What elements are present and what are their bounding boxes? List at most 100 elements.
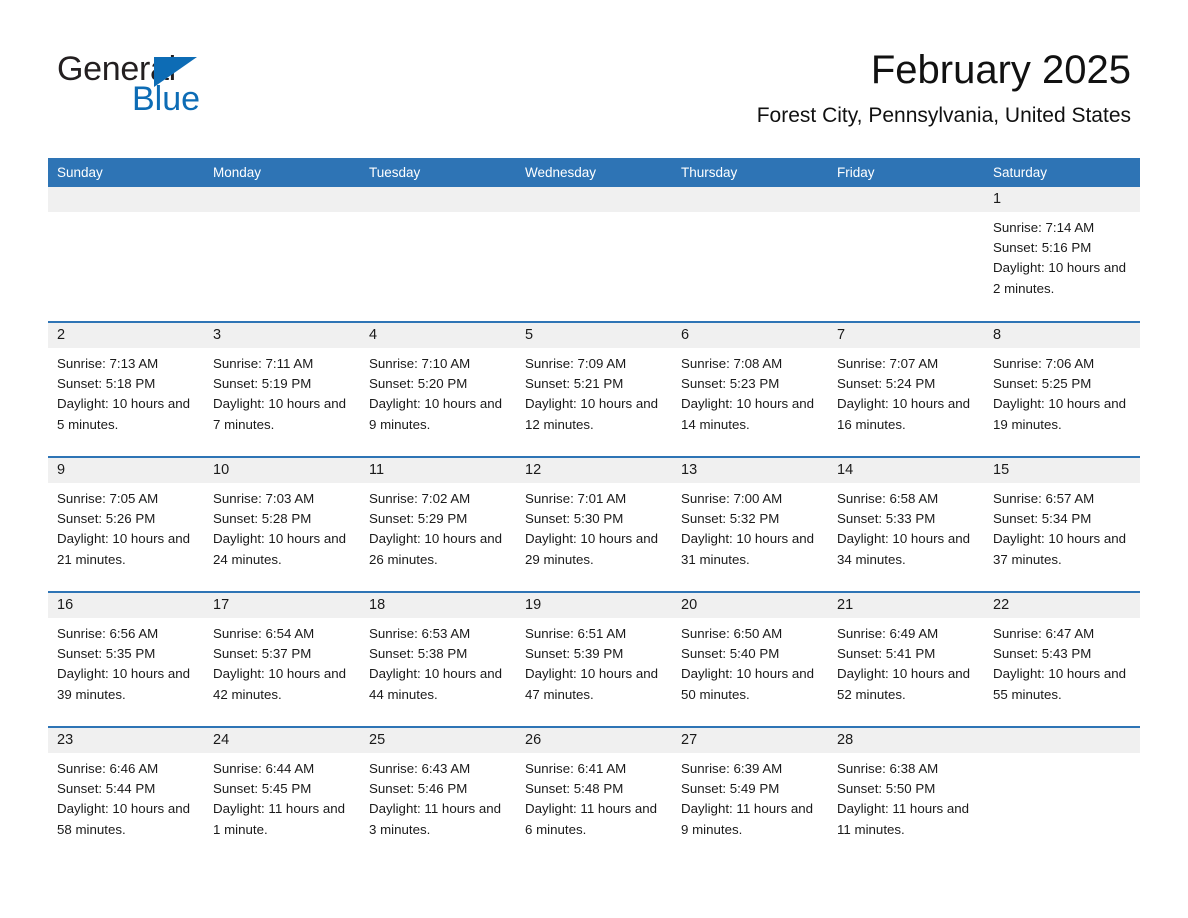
day-details: Sunrise: 6:46 AM Sunset: 5:44 PM Daylight:… xyxy=(48,753,204,840)
page-title: February 2025 xyxy=(870,48,1131,92)
day-number: 24 xyxy=(204,728,360,753)
calendar-day-cell[interactable]: 20 Sunrise: 6:50 AM Sunset: 5:40 PM Dayligh… xyxy=(672,592,828,727)
sunset-text: Sunset: 5:41 PM xyxy=(837,646,936,662)
sunrise-text: Sunrise: 6:57 AM xyxy=(993,491,1095,506)
sunset-text: Sunset: 5:37 PM xyxy=(213,646,312,662)
daylight-text: Daylight: 10 hours and 29 minutes. xyxy=(525,531,659,567)
calendar-day-cell[interactable]: 2 Sunrise: 7:13 AM Sunset: 5:18 PM Daylight… xyxy=(48,322,204,457)
calendar-day-cell[interactable]: 6 Sunrise: 7:08 AM Sunset: 5:23 PM Daylight… xyxy=(672,322,828,457)
daylight-text: Daylight: 10 hours and 16 minutes. xyxy=(837,396,971,432)
day-number: 23 xyxy=(48,728,204,753)
sunrise-text: Sunrise: 7:11 AM xyxy=(213,356,314,371)
sunset-text: Sunset: 5:48 PM xyxy=(525,781,624,797)
calendar-day-cell[interactable]: 13 Sunrise: 7:00 AM Sunset: 5:32 PM Dayligh… xyxy=(672,457,828,592)
sunset-text: Sunset: 5:30 PM xyxy=(525,511,624,527)
calendar-day-cell[interactable]: 5 Sunrise: 7:09 AM Sunset: 5:21 PM Daylight… xyxy=(516,322,672,457)
calendar-day-cell[interactable]: 22 Sunrise: 6:47 AM Sunset: 5:43 PM Dayligh… xyxy=(984,592,1140,727)
day-number: 11 xyxy=(360,458,516,483)
calendar-day-cell[interactable]: 19 Sunrise: 6:51 AM Sunset: 5:39 PM Dayligh… xyxy=(516,592,672,727)
calendar-day-cell[interactable]: 27 Sunrise: 6:39 AM Sunset: 5:49 PM Dayligh… xyxy=(672,727,828,862)
day-number: 1 xyxy=(984,187,1140,212)
day-details: Sunrise: 6:54 AM Sunset: 5:37 PM Daylight:… xyxy=(204,618,360,705)
calendar-day-cell[interactable]: 25 Sunrise: 6:43 AM Sunset: 5:46 PM Dayligh… xyxy=(360,727,516,862)
daylight-text: Daylight: 10 hours and 14 minutes. xyxy=(681,396,815,432)
calendar-day-cell[interactable]: 10 Sunrise: 7:03 AM Sunset: 5:28 PM Dayligh… xyxy=(204,457,360,592)
calendar-week-row: 9 Sunrise: 7:05 AM Sunset: 5:26 PM Daylight… xyxy=(48,457,1140,592)
calendar-day-cell[interactable]: 4 Sunrise: 7:10 AM Sunset: 5:20 PM Daylight… xyxy=(360,322,516,457)
day-number: 2 xyxy=(48,323,204,348)
sunset-text: Sunset: 5:39 PM xyxy=(525,646,624,662)
calendar-day-cell[interactable]: 12 Sunrise: 7:01 AM Sunset: 5:30 PM Dayligh… xyxy=(516,457,672,592)
weekday-header-monday: Monday xyxy=(204,158,360,187)
sunset-text: Sunset: 5:40 PM xyxy=(681,646,780,662)
day-number: 15 xyxy=(984,458,1140,483)
day-details: Sunrise: 6:57 AM Sunset: 5:34 PM Daylight:… xyxy=(984,483,1140,570)
daylight-text: Daylight: 10 hours and 26 minutes. xyxy=(369,531,503,567)
day-details: Sunrise: 7:09 AM Sunset: 5:21 PM Daylight:… xyxy=(516,348,672,435)
sunset-text: Sunset: 5:28 PM xyxy=(213,511,312,527)
sunrise-text: Sunrise: 7:02 AM xyxy=(369,491,471,506)
weekday-header-wednesday: Wednesday xyxy=(516,158,672,187)
day-number: 21 xyxy=(828,593,984,618)
sunset-text: Sunset: 5:44 PM xyxy=(57,781,156,797)
calendar-day-cell[interactable]: 3 Sunrise: 7:11 AM Sunset: 5:19 PM Daylight… xyxy=(204,322,360,457)
calendar-day-cell[interactable]: 16 Sunrise: 6:56 AM Sunset: 5:35 PM Dayligh… xyxy=(48,592,204,727)
sunset-text: Sunset: 5:32 PM xyxy=(681,511,780,527)
day-details: Sunrise: 7:03 AM Sunset: 5:28 PM Daylight:… xyxy=(204,483,360,570)
daylight-text: Daylight: 11 hours and 1 minute. xyxy=(213,801,346,837)
calendar-day-cell[interactable]: 15 Sunrise: 6:57 AM Sunset: 5:34 PM Dayligh… xyxy=(984,457,1140,592)
day-details: Sunrise: 6:49 AM Sunset: 5:41 PM Daylight:… xyxy=(828,618,984,705)
logo-word-blue: Blue xyxy=(132,80,201,118)
day-number: 8 xyxy=(984,323,1140,348)
daylight-text: Daylight: 10 hours and 55 minutes. xyxy=(993,666,1127,702)
day-number: 7 xyxy=(828,323,984,348)
day-details: Sunrise: 6:51 AM Sunset: 5:39 PM Daylight:… xyxy=(516,618,672,705)
calendar-day-cell[interactable]: 28 Sunrise: 6:38 AM Sunset: 5:50 PM Dayligh… xyxy=(828,727,984,862)
sunrise-text: Sunrise: 6:39 AM xyxy=(681,761,783,776)
calendar-day-cell[interactable]: 18 Sunrise: 6:53 AM Sunset: 5:38 PM Dayligh… xyxy=(360,592,516,727)
sunset-text: Sunset: 5:35 PM xyxy=(57,646,156,662)
calendar-day-cell[interactable]: 17 Sunrise: 6:54 AM Sunset: 5:37 PM Dayligh… xyxy=(204,592,360,727)
calendar-day-cell[interactable]: 9 Sunrise: 7:05 AM Sunset: 5:26 PM Daylight… xyxy=(48,457,204,592)
daylight-text: Daylight: 10 hours and 42 minutes. xyxy=(213,666,347,702)
sunset-text: Sunset: 5:34 PM xyxy=(993,511,1092,527)
calendar-day-cell[interactable]: 21 Sunrise: 6:49 AM Sunset: 5:41 PM Dayligh… xyxy=(828,592,984,727)
calendar-day-cell[interactable]: 1 Sunrise: 7:14 AM Sunset: 5:16 PM Daylight… xyxy=(984,187,1140,322)
calendar-day-cell-empty xyxy=(48,187,204,322)
sunset-text: Sunset: 5:50 PM xyxy=(837,781,936,797)
general-blue-logo[interactable]: General Blue xyxy=(57,52,317,122)
calendar-day-cell[interactable]: 8 Sunrise: 7:06 AM Sunset: 5:25 PM Daylight… xyxy=(984,322,1140,457)
day-number: 22 xyxy=(984,593,1140,618)
sunrise-text: Sunrise: 6:53 AM xyxy=(369,626,471,641)
day-number: 13 xyxy=(672,458,828,483)
calendar-day-cell[interactable]: 23 Sunrise: 6:46 AM Sunset: 5:44 PM Dayligh… xyxy=(48,727,204,862)
calendar-day-cell[interactable]: 24 Sunrise: 6:44 AM Sunset: 5:45 PM Dayligh… xyxy=(204,727,360,862)
daylight-text: Daylight: 10 hours and 24 minutes. xyxy=(213,531,347,567)
day-number: 18 xyxy=(360,593,516,618)
calendar-day-cell[interactable]: 14 Sunrise: 6:58 AM Sunset: 5:33 PM Dayligh… xyxy=(828,457,984,592)
daylight-text: Daylight: 10 hours and 12 minutes. xyxy=(525,396,659,432)
day-details: Sunrise: 7:01 AM Sunset: 5:30 PM Daylight:… xyxy=(516,483,672,570)
day-number: 4 xyxy=(360,323,516,348)
day-details: Sunrise: 6:39 AM Sunset: 5:49 PM Daylight:… xyxy=(672,753,828,840)
sunrise-text: Sunrise: 6:44 AM xyxy=(213,761,315,776)
page-subtitle: Forest City, Pennsylvania, United States xyxy=(756,103,1131,127)
calendar-day-cell-empty xyxy=(516,187,672,322)
calendar-day-cell[interactable]: 26 Sunrise: 6:41 AM Sunset: 5:48 PM Dayligh… xyxy=(516,727,672,862)
calendar-day-cell-empty xyxy=(984,727,1140,862)
day-number: 20 xyxy=(672,593,828,618)
sunset-text: Sunset: 5:16 PM xyxy=(993,240,1092,256)
daylight-text: Daylight: 10 hours and 44 minutes. xyxy=(369,666,503,702)
calendar-day-cell[interactable]: 7 Sunrise: 7:07 AM Sunset: 5:24 PM Daylight… xyxy=(828,322,984,457)
sunrise-text: Sunrise: 6:50 AM xyxy=(681,626,783,641)
sunset-text: Sunset: 5:18 PM xyxy=(57,376,156,392)
day-details: Sunrise: 6:43 AM Sunset: 5:46 PM Daylight:… xyxy=(360,753,516,840)
day-number xyxy=(828,187,984,212)
day-details: Sunrise: 7:14 AM Sunset: 5:16 PM Daylight:… xyxy=(984,212,1140,299)
calendar-day-cell[interactable]: 11 Sunrise: 7:02 AM Sunset: 5:29 PM Dayligh… xyxy=(360,457,516,592)
day-number: 3 xyxy=(204,323,360,348)
sunrise-text: Sunrise: 6:58 AM xyxy=(837,491,939,506)
sunset-text: Sunset: 5:45 PM xyxy=(213,781,312,797)
sunrise-text: Sunrise: 6:56 AM xyxy=(57,626,159,641)
day-details: Sunrise: 7:05 AM Sunset: 5:26 PM Daylight:… xyxy=(48,483,204,570)
